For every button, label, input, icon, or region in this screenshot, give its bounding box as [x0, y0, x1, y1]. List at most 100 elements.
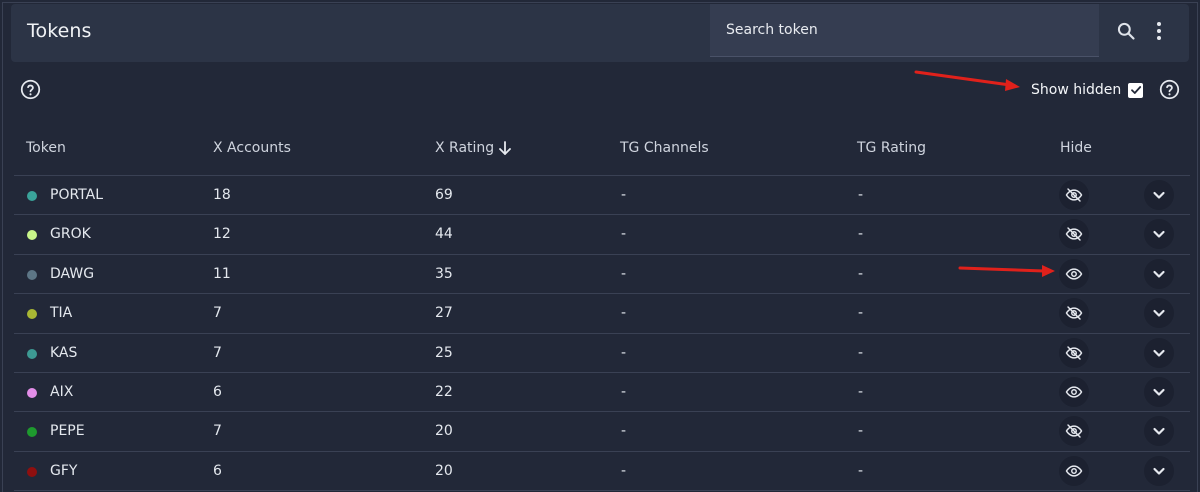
- tg-channels-value: -: [621, 344, 627, 361]
- tg-channels-value: -: [621, 187, 627, 203]
- column-header-x-rating[interactable]: X Rating: [435, 140, 512, 156]
- expand-row-button[interactable]: [1144, 219, 1174, 250]
- token-table-body: PORTAL 18 69 - - GROK 12 44 - - DAWG 11 35 - - TIA 7 27 - -…: [14, 176, 1190, 492]
- x-accounts-value: 11: [213, 265, 231, 282]
- token-name: PEPE: [50, 423, 85, 440]
- x-accounts-value: 7: [213, 305, 222, 322]
- hide-toggle-button[interactable]: [1059, 258, 1089, 289]
- hide-toggle-button[interactable]: [1059, 376, 1089, 407]
- more-options-button[interactable]: [1145, 16, 1173, 46]
- tg-rating-value: -: [858, 344, 864, 361]
- table-row: KAS 7 25 - -: [14, 334, 1190, 373]
- x-accounts-value: 7: [213, 344, 222, 361]
- table-row: PORTAL 18 69 - -: [14, 176, 1190, 216]
- table-header: Token X Accounts X Rating TG Channels TG…: [14, 124, 1190, 176]
- hide-toggle-button[interactable]: [1059, 455, 1089, 486]
- column-header-tg-rating[interactable]: TG Rating: [857, 140, 926, 156]
- x-accounts-value: 7: [213, 423, 222, 440]
- token-color-dot: [27, 269, 37, 280]
- x-accounts-value: 6: [213, 462, 222, 479]
- chevron-down-icon: [1153, 191, 1165, 199]
- show-hidden-toggle[interactable]: Show hidden: [1031, 80, 1144, 100]
- token-color-dot: [27, 309, 37, 320]
- help-show-hidden-button[interactable]: [1159, 79, 1180, 100]
- help-button[interactable]: [20, 79, 41, 100]
- token-color-dot: [27, 191, 37, 201]
- chevron-down-icon: [1153, 310, 1165, 317]
- more-vertical-icon: [1157, 22, 1161, 40]
- token-color-dot: [27, 427, 37, 438]
- expand-row-button[interactable]: [1144, 337, 1174, 368]
- column-header-x-accounts[interactable]: X Accounts: [213, 140, 291, 156]
- tg-rating-value: -: [858, 305, 864, 322]
- tg-channels-value: -: [621, 265, 627, 282]
- show-hidden-checkbox[interactable]: [1128, 82, 1144, 98]
- expand-row-button[interactable]: [1144, 298, 1174, 329]
- search-input[interactable]: [710, 4, 1099, 56]
- x-rating-value: 20: [435, 462, 453, 479]
- token-name: GROK: [50, 226, 91, 243]
- chevron-down-icon: [1153, 388, 1165, 396]
- x-accounts-value: 18: [213, 187, 231, 203]
- table-row: GROK 12 44 - -: [14, 215, 1190, 255]
- x-rating-value: 20: [435, 423, 453, 440]
- column-header-tg-channels[interactable]: TG Channels: [620, 140, 709, 156]
- eye-icon: [1065, 386, 1083, 398]
- token-color-dot: [27, 230, 37, 241]
- token-name: PORTAL: [50, 187, 104, 203]
- token-color-dot: [27, 348, 37, 359]
- eye-off-icon: [1065, 227, 1083, 242]
- token-color-dot: [27, 387, 37, 398]
- tg-channels-value: -: [621, 383, 627, 400]
- x-accounts-value: 12: [213, 226, 231, 243]
- search-icon: [1117, 22, 1135, 40]
- top-bar: Tokens: [11, 4, 1189, 62]
- table-row: AIX 6 22 - -: [14, 373, 1190, 413]
- tg-channels-value: -: [621, 423, 627, 440]
- x-rating-value: 27: [435, 305, 453, 322]
- chevron-down-icon: [1153, 467, 1165, 475]
- expand-row-button[interactable]: [1144, 180, 1174, 210]
- tg-rating-value: -: [858, 265, 864, 282]
- show-hidden-label: Show hidden: [1031, 82, 1122, 98]
- eye-off-icon: [1065, 345, 1083, 360]
- token-name: KAS: [50, 344, 78, 361]
- expand-row-button[interactable]: [1144, 416, 1174, 447]
- search-button[interactable]: [1111, 16, 1141, 46]
- x-rating-value: 44: [435, 226, 453, 243]
- chevron-down-icon: [1153, 349, 1165, 357]
- tg-rating-value: -: [858, 383, 864, 400]
- table-row: GFY 6 20 - -: [14, 452, 1190, 492]
- token-name: AIX: [50, 383, 74, 400]
- x-accounts-value: 6: [213, 383, 222, 400]
- expand-row-button[interactable]: [1144, 455, 1174, 486]
- table-row: PEPE 7 20 - -: [14, 412, 1190, 452]
- chevron-down-icon: [1153, 270, 1165, 278]
- x-rating-value: 35: [435, 265, 453, 282]
- tg-channels-value: -: [621, 305, 627, 322]
- hide-toggle-button[interactable]: [1059, 337, 1089, 368]
- annotation-arrow-icon: [914, 70, 1020, 91]
- column-header-token[interactable]: Token: [26, 140, 66, 156]
- expand-row-button[interactable]: [1144, 258, 1174, 289]
- eye-icon: [1065, 465, 1083, 477]
- tg-rating-value: -: [858, 187, 864, 203]
- hide-toggle-button[interactable]: [1059, 180, 1089, 210]
- eye-off-icon: [1065, 188, 1083, 202]
- help-circle-icon: [1159, 79, 1180, 100]
- column-header-hide: Hide: [1060, 140, 1092, 156]
- tg-channels-value: -: [621, 226, 627, 243]
- page-title: Tokens: [27, 20, 92, 42]
- token-name: GFY: [50, 462, 78, 479]
- token-name: DAWG: [50, 265, 95, 282]
- hide-toggle-button[interactable]: [1059, 219, 1089, 250]
- checkmark-icon: [1130, 86, 1141, 94]
- eye-off-icon: [1065, 424, 1083, 439]
- token-name: TIA: [50, 305, 73, 322]
- expand-row-button[interactable]: [1144, 376, 1174, 407]
- hide-toggle-button[interactable]: [1059, 416, 1089, 447]
- eye-icon: [1065, 268, 1083, 280]
- search-field[interactable]: [710, 4, 1099, 57]
- hide-toggle-button[interactable]: [1059, 298, 1089, 329]
- table-row: DAWG 11 35 - -: [14, 255, 1190, 295]
